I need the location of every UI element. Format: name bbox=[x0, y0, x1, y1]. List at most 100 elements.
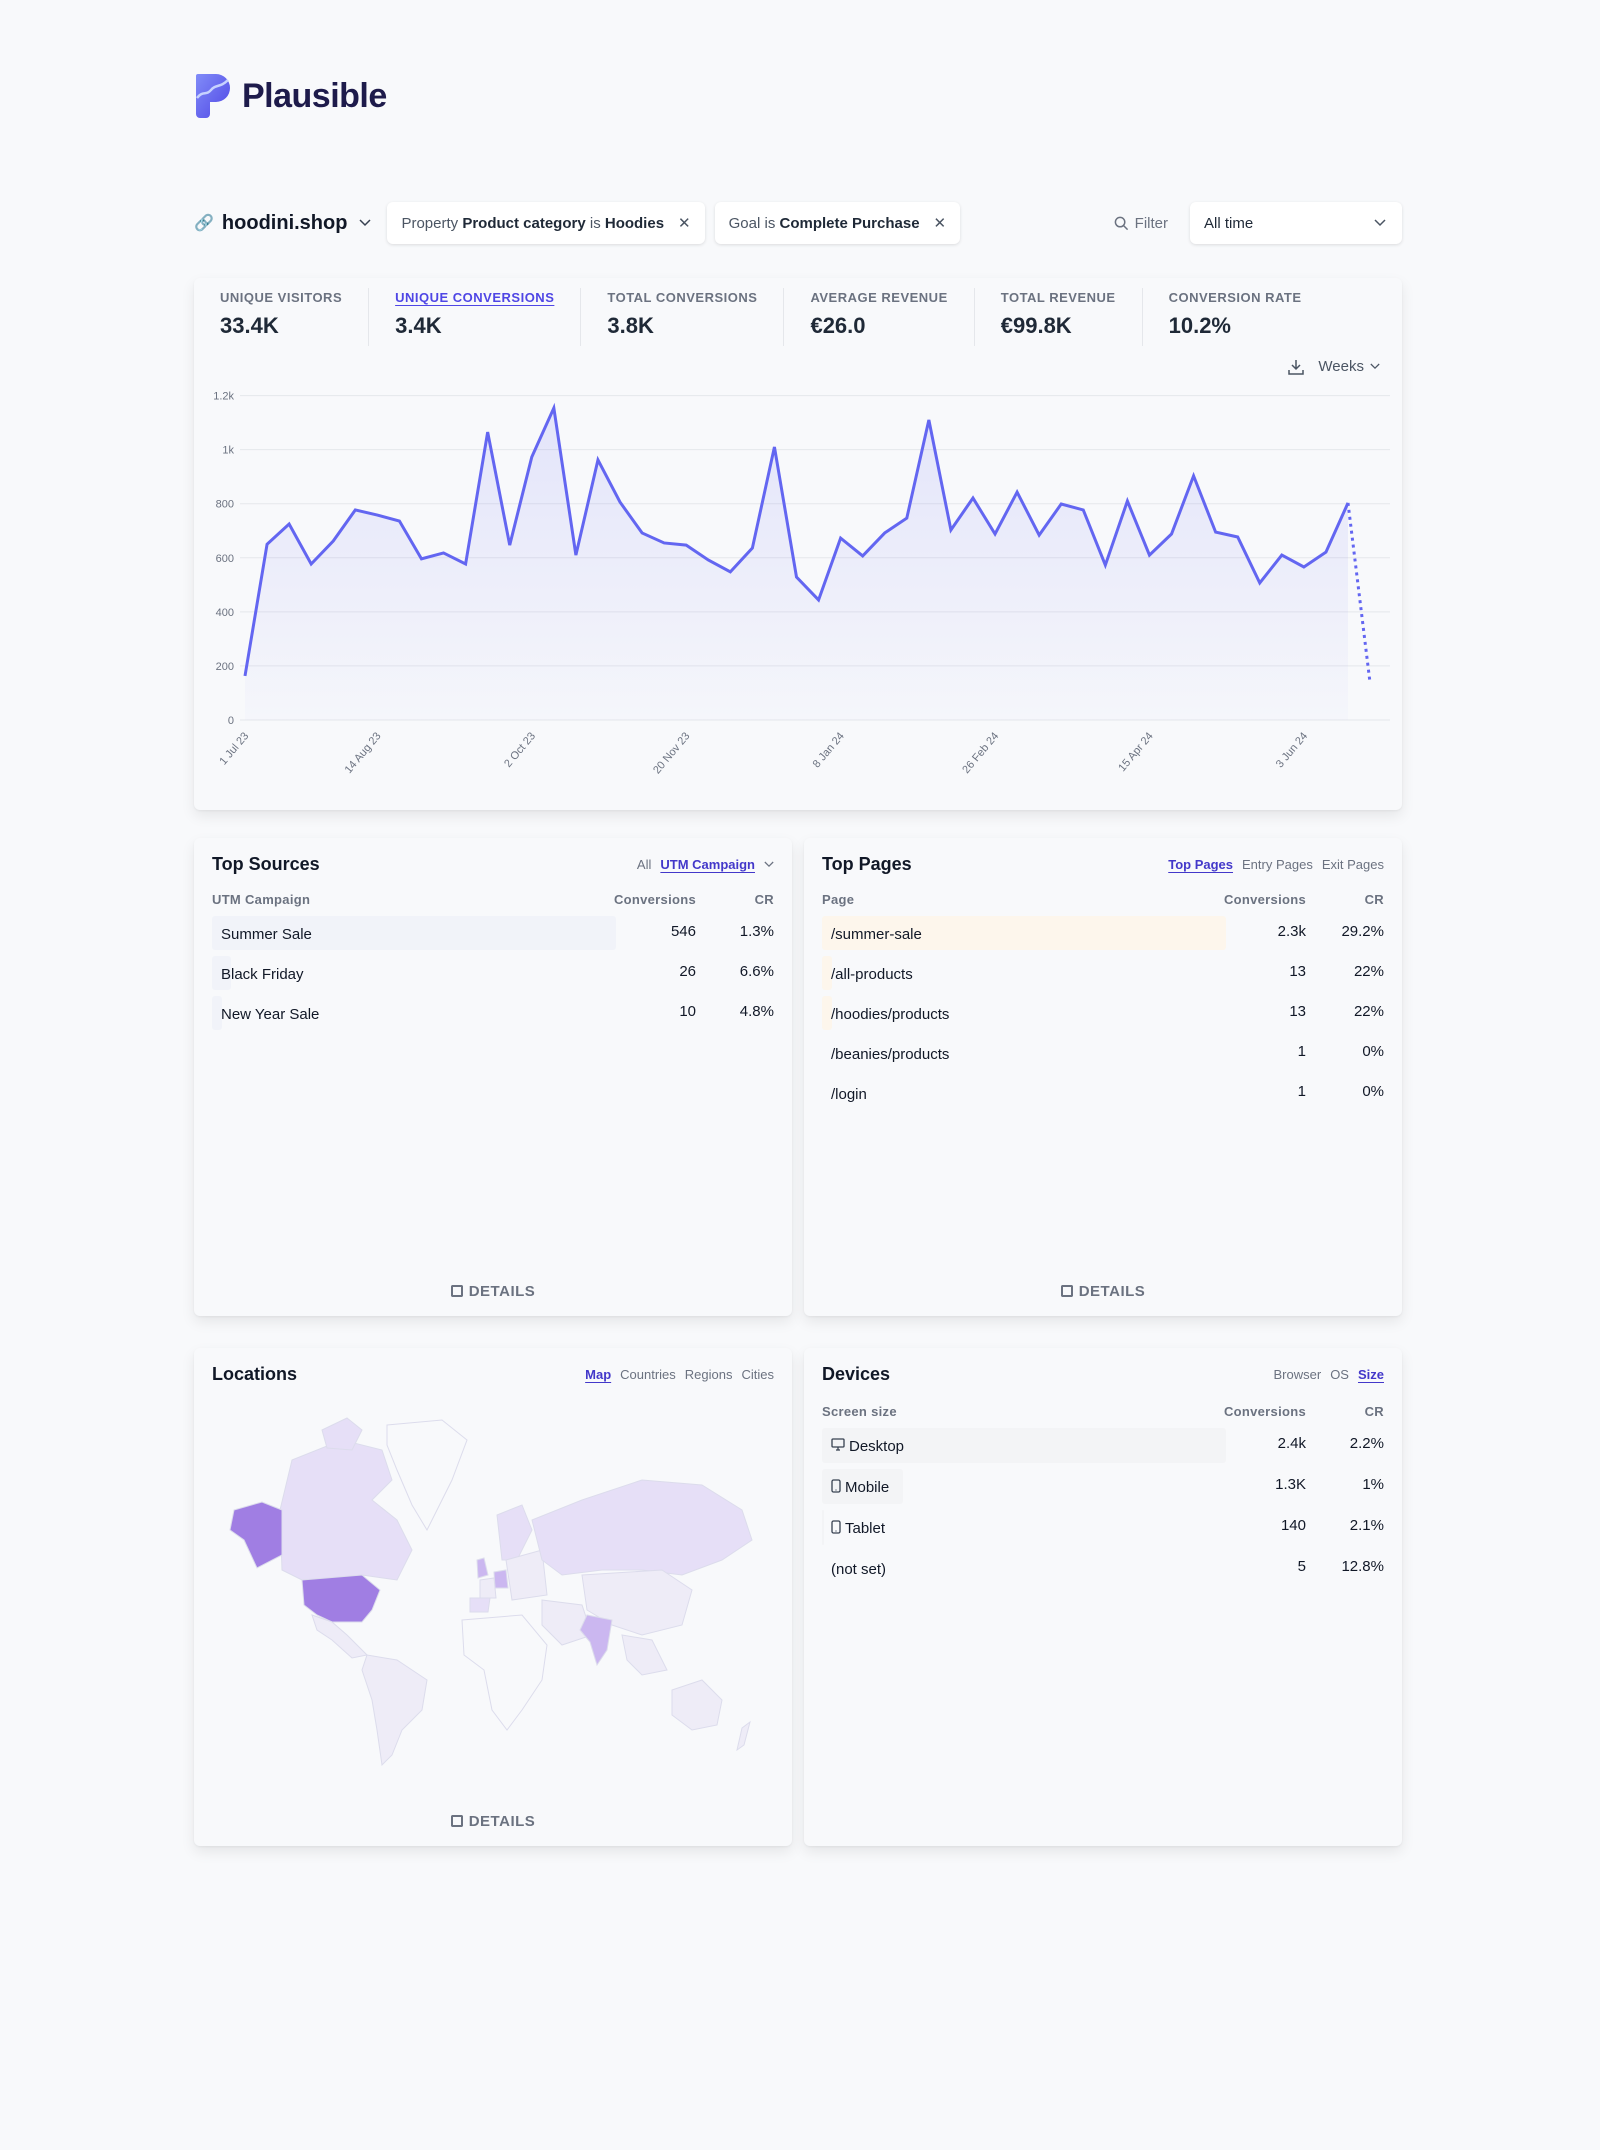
x-tick-label: 3 Jun 24 bbox=[1274, 730, 1310, 770]
tab-map[interactable]: Map bbox=[585, 1367, 611, 1382]
x-tick-label: 20 Nov 23 bbox=[651, 730, 692, 776]
list-item[interactable]: New Year Sale 10 4.8% bbox=[212, 994, 774, 1034]
row-cr: 2.2% bbox=[1349, 1435, 1384, 1452]
tab-size[interactable]: Size bbox=[1358, 1367, 1384, 1382]
row-cr: 4.8% bbox=[739, 1002, 774, 1020]
data-point bbox=[618, 500, 622, 504]
row-cr: 0% bbox=[1362, 1082, 1384, 1100]
list-item[interactable]: Desktop 2.4k 2.2% bbox=[822, 1426, 1384, 1467]
period-value: All time bbox=[1204, 214, 1254, 232]
row-name: Mobile bbox=[822, 1478, 1186, 1497]
row-label: /all-products bbox=[831, 965, 913, 983]
line-chart[interactable]: 0 200 400 600 800 1k 1.2k 1 Jul 23 14 Aug 23 2 Oc… bbox=[194, 278, 1402, 810]
x-tick-label: 26 Feb 24 bbox=[960, 730, 1001, 776]
row-conversions: 140 bbox=[1280, 1517, 1306, 1534]
brand-logo[interactable]: Plausible bbox=[194, 72, 387, 120]
map-country-germany bbox=[493, 1569, 509, 1589]
column-header: UTM Campaign bbox=[212, 892, 311, 907]
row-label: (not set) bbox=[831, 1561, 887, 1578]
list-item[interactable]: /summer-sale 2.3k 29.2% bbox=[822, 914, 1384, 954]
row-cr: 12.8% bbox=[1341, 1558, 1384, 1575]
row-label: /beanies/products bbox=[831, 1045, 950, 1063]
tab-exit-pages[interactable]: Exit Pages bbox=[1322, 857, 1384, 872]
list-item[interactable]: /hoodies/products 13 22% bbox=[822, 994, 1384, 1034]
data-point bbox=[508, 543, 512, 547]
row-label: New Year Sale bbox=[221, 1005, 320, 1023]
data-point bbox=[1125, 499, 1129, 503]
details-button[interactable]: DETAILS bbox=[194, 1283, 792, 1300]
row-name: /summer-sale bbox=[822, 926, 1186, 943]
map-country-canada bbox=[279, 1439, 413, 1581]
filter-button[interactable]: Filter bbox=[1114, 215, 1168, 232]
data-point bbox=[839, 536, 843, 540]
row-name: (not set) bbox=[822, 1561, 1186, 1578]
tab-browser[interactable]: Browser bbox=[1274, 1367, 1322, 1382]
filter-value: Hoodies bbox=[604, 214, 665, 232]
map-country-india bbox=[579, 1614, 613, 1667]
plausible-logo-icon bbox=[196, 74, 230, 118]
list-item[interactable]: Summer Sale 546 1.3% bbox=[212, 914, 774, 954]
data-point bbox=[706, 558, 710, 562]
data-point bbox=[971, 496, 975, 500]
data-point bbox=[1258, 581, 1262, 585]
data-point bbox=[309, 562, 313, 566]
list-item[interactable]: /beanies/products 1 0% bbox=[822, 1034, 1384, 1074]
filter-pill-product-category[interactable]: Property Product category is Hoodies ✕ bbox=[387, 202, 705, 244]
remove-filter-icon[interactable]: ✕ bbox=[678, 214, 691, 232]
details-button[interactable]: DETAILS bbox=[194, 1813, 792, 1830]
filter-pill-goal[interactable]: Goal is Complete Purchase ✕ bbox=[714, 202, 961, 244]
brand-name: Plausible bbox=[242, 76, 387, 115]
tab-regions[interactable]: Regions bbox=[685, 1367, 733, 1382]
mobile-icon bbox=[831, 1478, 841, 1497]
table-header: Screen size Conversions CR bbox=[822, 1404, 1384, 1419]
data-point bbox=[397, 519, 401, 523]
data-point bbox=[486, 430, 490, 434]
remove-filter-icon[interactable]: ✕ bbox=[934, 214, 947, 232]
tab-top-pages[interactable]: Top Pages bbox=[1168, 857, 1233, 872]
row-conversions: 13 bbox=[1289, 962, 1306, 980]
pages-tabs: Top Pages Entry Pages Exit Pages bbox=[1168, 857, 1384, 872]
data-point bbox=[287, 522, 291, 526]
map-country-south-america bbox=[361, 1654, 428, 1767]
list-item[interactable]: (not set) 5 12.8% bbox=[822, 1549, 1384, 1590]
tab-entry-pages[interactable]: Entry Pages bbox=[1242, 857, 1313, 872]
row-conversions: 5 bbox=[1297, 1558, 1306, 1575]
list-item[interactable]: /login 1 0% bbox=[822, 1074, 1384, 1114]
map-country-russia bbox=[531, 1479, 753, 1576]
details-button[interactable]: DETAILS bbox=[804, 1283, 1402, 1300]
column-header: CR bbox=[1364, 1404, 1384, 1419]
list-item[interactable]: Black Friday 26 6.6% bbox=[212, 954, 774, 994]
list-item[interactable]: Mobile 1.3K 1% bbox=[822, 1467, 1384, 1508]
data-point bbox=[574, 553, 578, 557]
tab-all[interactable]: All bbox=[637, 857, 651, 872]
world-map[interactable] bbox=[222, 1410, 762, 1780]
map-country-usa-alaska bbox=[229, 1501, 283, 1569]
row-label: Mobile bbox=[845, 1479, 890, 1496]
map-country-france bbox=[479, 1577, 497, 1599]
tab-os[interactable]: OS bbox=[1330, 1367, 1349, 1382]
data-point bbox=[949, 528, 953, 532]
filter-prefix: Goal bbox=[728, 214, 761, 232]
column-header: Conversions bbox=[1223, 892, 1306, 907]
table-header: Page Conversions CR bbox=[822, 892, 1384, 907]
list-item[interactable]: Tablet 140 2.1% bbox=[822, 1508, 1384, 1549]
data-point bbox=[1059, 502, 1063, 506]
row-name: New Year Sale bbox=[212, 1006, 576, 1023]
data-point bbox=[1103, 563, 1107, 567]
row-cr: 2.1% bbox=[1349, 1517, 1384, 1534]
x-tick-label: 1 Jul 23 bbox=[217, 730, 251, 767]
period-select[interactable]: All time bbox=[1190, 202, 1402, 244]
devices-tabs: Browser OS Size bbox=[1274, 1367, 1385, 1382]
row-name: /hoodies/products bbox=[822, 1006, 1186, 1023]
row-name: Tablet bbox=[822, 1519, 1186, 1538]
site-switcher[interactable]: 🔗 hoodini.shop bbox=[194, 212, 371, 235]
tab-utm-campaign[interactable]: UTM Campaign bbox=[660, 857, 755, 872]
row-cr: 22% bbox=[1353, 1002, 1384, 1020]
data-point bbox=[772, 445, 776, 449]
chevron-down-icon[interactable] bbox=[764, 861, 774, 868]
list-item[interactable]: /all-products 13 22% bbox=[822, 954, 1384, 994]
row-conversions: 546 bbox=[670, 922, 696, 940]
row-conversions: 1.3K bbox=[1275, 1476, 1306, 1493]
tab-cities[interactable]: Cities bbox=[741, 1367, 774, 1382]
tab-countries[interactable]: Countries bbox=[620, 1367, 676, 1382]
